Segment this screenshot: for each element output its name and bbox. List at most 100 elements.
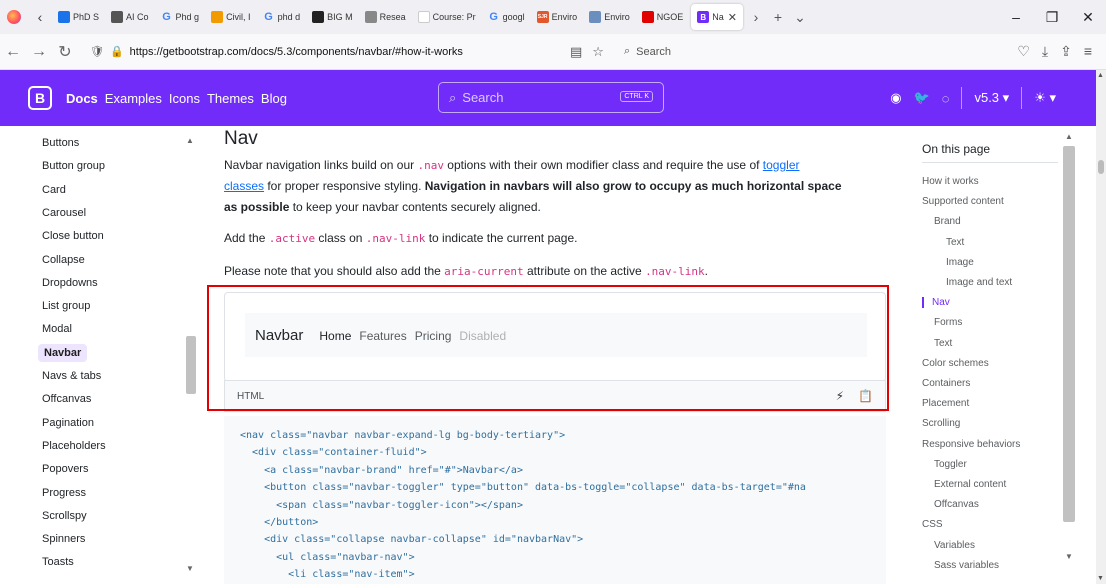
- page-scrollbar[interactable]: ▲ ▼: [1096, 70, 1106, 584]
- reload-icon[interactable]: ↻: [52, 42, 78, 62]
- toc-item-responsive-behaviors[interactable]: Responsive behaviors: [922, 439, 1020, 450]
- toggler-classes-link[interactable]: classes: [224, 179, 264, 193]
- sidebar-item-collapse[interactable]: Collapse: [42, 254, 85, 266]
- toc-item-offcanvas[interactable]: Offcanvas: [934, 499, 979, 510]
- sidebar-item-navs-tabs[interactable]: Navs & tabs: [42, 370, 101, 382]
- toc-item-css[interactable]: CSS: [922, 519, 943, 530]
- tab-list-back-icon[interactable]: ‹: [28, 9, 52, 25]
- toc-scroll-up-icon[interactable]: ▲: [1065, 132, 1073, 141]
- sidebar-item-modal[interactable]: Modal: [42, 323, 72, 335]
- toc-scrollbar[interactable]: ▲ ▼: [1062, 126, 1076, 584]
- docs-nav-link-docs[interactable]: Docs: [66, 91, 98, 106]
- toc-item-text[interactable]: Text: [946, 237, 964, 248]
- docs-nav-link-examples[interactable]: Examples: [105, 91, 162, 106]
- sidebar-item-toasts[interactable]: Toasts: [42, 556, 74, 568]
- browser-tab[interactable]: NGOE: [636, 0, 690, 34]
- lock-icon[interactable]: 🔒: [110, 45, 124, 58]
- docs-nav-link-icons[interactable]: Icons: [169, 91, 200, 106]
- toc-scroll-down-icon[interactable]: ▼: [1065, 552, 1073, 561]
- address-bar[interactable]: 🛡 🔒 https://getbootstrap.com/docs/5.3/co…: [84, 39, 564, 65]
- downloads-icon[interactable]: ⤓: [1042, 43, 1048, 60]
- toc-item-sass-variables[interactable]: Sass variables: [934, 560, 999, 571]
- list-all-tabs-icon[interactable]: ⌄: [789, 9, 811, 26]
- toc-item-toggler[interactable]: Toggler: [934, 459, 967, 470]
- example-nav-link-features[interactable]: Features: [359, 329, 406, 343]
- sidebar-item-scrollspy[interactable]: Scrollspy: [42, 510, 87, 522]
- toc-item-placement[interactable]: Placement: [922, 398, 969, 409]
- browser-search-input[interactable]: ⌕ Search: [618, 39, 938, 65]
- browser-tab[interactable]: Course: Pr: [412, 0, 482, 34]
- browser-tab[interactable]: SJR Enviro: [531, 0, 584, 34]
- sidebar-item-pagination[interactable]: Pagination: [42, 417, 94, 429]
- forward-icon[interactable]: →: [26, 43, 52, 61]
- toc-item-variables[interactable]: Variables: [934, 540, 975, 551]
- toc-item-image[interactable]: Image: [946, 257, 974, 268]
- theme-toggle-sun-icon[interactable]: ☀ ▾: [1034, 90, 1056, 106]
- sidebar-item-carousel[interactable]: Carousel: [42, 207, 86, 219]
- page-scroll-thumb[interactable]: [1098, 160, 1104, 174]
- back-icon[interactable]: ←: [0, 43, 26, 61]
- browser-tab[interactable]: Resea: [359, 0, 412, 34]
- example-nav-link-pricing[interactable]: Pricing: [415, 329, 452, 343]
- minimize-icon[interactable]: –: [998, 9, 1034, 26]
- browser-tab[interactable]: G Phd g: [155, 0, 206, 34]
- sidebar-scroll-thumb[interactable]: [186, 336, 196, 394]
- sidebar-scroll-down-icon[interactable]: ▼: [186, 564, 194, 573]
- toc-scroll-thumb[interactable]: [1063, 146, 1075, 522]
- toc-item-forms[interactable]: Forms: [934, 317, 962, 328]
- toc-item-external-content[interactable]: External content: [934, 479, 1006, 490]
- bootstrap-logo-icon[interactable]: B: [28, 86, 52, 110]
- browser-tab[interactable]: Enviro: [583, 0, 636, 34]
- close-window-icon[interactable]: ✕: [1070, 9, 1106, 26]
- sidebar-item-spinners[interactable]: Spinners: [42, 533, 85, 545]
- twitter-icon[interactable]: 🐦: [914, 90, 930, 106]
- sidebar-item-progress[interactable]: Progress: [42, 487, 86, 499]
- sidebar-item-close-button[interactable]: Close button: [42, 230, 104, 242]
- toc-item-brand[interactable]: Brand: [934, 216, 961, 227]
- sidebar-item-list-group[interactable]: List group: [42, 300, 90, 312]
- docs-nav-link-blog[interactable]: Blog: [261, 91, 287, 106]
- sidebar-scrollbar[interactable]: ▲ ▼: [184, 126, 198, 584]
- toc-item-nav[interactable]: Nav: [922, 297, 950, 309]
- sidebar-item-card[interactable]: Card: [42, 184, 66, 196]
- sidebar-item-button-group[interactable]: Button group: [42, 160, 105, 172]
- hamburger-menu-icon[interactable]: ≡: [1084, 43, 1092, 60]
- browser-tab[interactable]: Ggoogl: [482, 0, 531, 34]
- tab-scroll-right-icon[interactable]: ›: [745, 9, 767, 25]
- toc-item-scrolling[interactable]: Scrolling: [922, 418, 960, 429]
- reader-view-icon[interactable]: ▤: [570, 44, 582, 60]
- toc-item-supported-content[interactable]: Supported content: [922, 196, 1004, 207]
- browser-tab[interactable]: PhD S: [52, 0, 105, 34]
- scroll-down-icon[interactable]: ▼: [1097, 575, 1104, 582]
- scroll-up-icon[interactable]: ▲: [1097, 72, 1104, 79]
- toc-item-color-schemes[interactable]: Color schemes: [922, 358, 989, 369]
- new-tab-button[interactable]: +: [767, 9, 789, 25]
- sidebar-item-dropdowns[interactable]: Dropdowns: [42, 277, 98, 289]
- toc-item-image-and-text[interactable]: Image and text: [946, 277, 1012, 288]
- browser-tab[interactable]: Civil, I: [205, 0, 257, 34]
- toc-item-how-it-works[interactable]: How it works: [922, 176, 979, 187]
- toc-item-text[interactable]: Text: [934, 338, 952, 349]
- bookmark-star-icon[interactable]: ☆: [592, 44, 604, 60]
- clipboard-icon[interactable]: 📋: [858, 389, 873, 403]
- firefox-menu[interactable]: [0, 0, 28, 34]
- opencollective-icon[interactable]: ◌: [942, 91, 950, 106]
- example-navbar-brand[interactable]: Navbar: [255, 327, 303, 344]
- browser-tab[interactable]: BIG M: [306, 0, 359, 34]
- restore-icon[interactable]: ❐: [1034, 9, 1070, 26]
- docs-nav-link-themes[interactable]: Themes: [207, 91, 254, 106]
- toggler-link[interactable]: toggler: [763, 158, 800, 172]
- sidebar-item-buttons[interactable]: Buttons: [42, 137, 79, 149]
- lightning-icon[interactable]: ⚡: [836, 389, 844, 403]
- browser-tab[interactable]: AI Co: [105, 0, 155, 34]
- docs-search-button[interactable]: ⌕ Search CTRL K: [438, 82, 664, 113]
- sidebar-item-popovers[interactable]: Popovers: [42, 463, 88, 475]
- share-icon[interactable]: ⇪: [1060, 43, 1072, 60]
- github-icon[interactable]: ◉: [890, 90, 901, 106]
- browser-tab[interactable]: B Na ✕: [691, 4, 743, 30]
- shield-icon[interactable]: 🛡: [90, 45, 104, 58]
- pocket-icon[interactable]: ♡: [1017, 43, 1030, 60]
- version-dropdown[interactable]: v5.3 ▾: [974, 90, 1009, 106]
- sidebar-scroll-up-icon[interactable]: ▲: [186, 136, 194, 145]
- sidebar-item-offcanvas[interactable]: Offcanvas: [42, 393, 91, 405]
